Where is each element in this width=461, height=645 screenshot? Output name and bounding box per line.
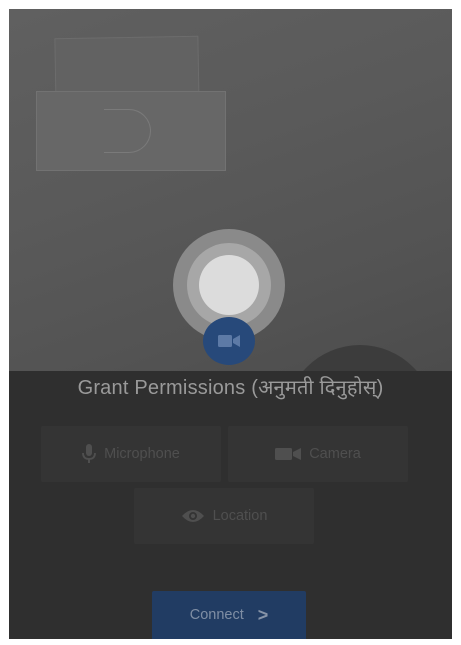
preview-paper-arc [104, 109, 151, 153]
camera-button[interactable]: Camera [228, 426, 408, 482]
chevron-right-icon: > [257, 604, 269, 625]
location-button[interactable]: Location [134, 488, 314, 544]
preview-person-head [285, 345, 435, 371]
location-label: Location [212, 508, 268, 524]
camera-label: Camera [309, 446, 361, 462]
shutter-button[interactable] [199, 255, 259, 315]
switch-camera-button[interactable] [203, 317, 255, 365]
videocam-icon [275, 448, 302, 460]
connect-label: Connect [189, 607, 244, 623]
videocam-icon [218, 335, 240, 347]
microphone-label: Microphone [104, 446, 180, 462]
grant-permissions-title: Grant Permissions (अनुमती दिनुहोस्) [77, 377, 384, 399]
microphone-icon [82, 444, 97, 463]
camera-preview [9, 9, 452, 371]
connect-button[interactable]: Connect > [152, 591, 306, 639]
microphone-button[interactable]: Microphone [41, 426, 221, 482]
app-screen: Grant Permissions (अनुमती दिनुहोस्) Micr… [9, 9, 452, 639]
eye-icon [181, 510, 204, 522]
